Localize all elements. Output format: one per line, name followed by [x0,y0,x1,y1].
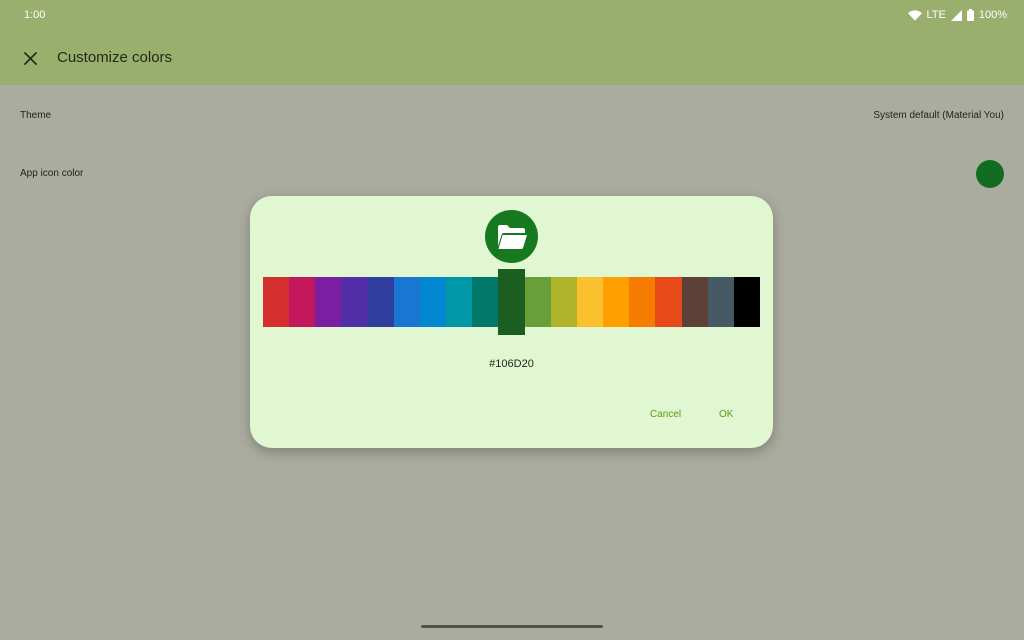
color-swatch[interactable] [524,277,551,327]
screen: 1:00 LTE 100% Customize colors Theme Sys… [0,0,1024,640]
signal-icon [950,9,962,21]
color-swatch[interactable] [576,277,604,327]
color-swatch-bar [263,269,760,335]
color-swatch[interactable] [629,277,656,327]
close-icon [23,51,37,65]
ok-button[interactable]: OK [719,409,733,420]
wifi-icon [907,9,922,21]
top-app-bar: 1:00 LTE 100% Customize colors [0,0,1024,85]
color-swatch[interactable] [472,277,499,327]
icon-color-preview [485,210,538,263]
color-swatch[interactable] [289,277,316,327]
color-swatch[interactable] [367,277,394,327]
color-swatch[interactable] [419,277,447,327]
app-icon-color-swatch[interactable] [976,160,1004,188]
cancel-button[interactable]: Cancel [650,409,681,420]
battery-icon [966,9,974,21]
color-swatch[interactable] [681,277,708,327]
battery-label: 100% [978,9,1007,21]
network-label: LTE [926,9,946,21]
color-swatch[interactable] [655,277,682,327]
color-swatch[interactable] [263,277,290,327]
hex-value-label: #106D20 [489,358,534,370]
color-swatch[interactable] [550,277,577,327]
color-swatch[interactable] [315,277,342,327]
theme-setting-row[interactable]: Theme System default (Material You) [0,91,1024,141]
theme-label: Theme [20,110,52,121]
theme-value: System default (Material You) [873,110,1004,121]
color-swatch[interactable] [341,277,368,327]
color-swatch[interactable] [707,277,734,327]
app-icon-color-label: App icon color [20,168,84,179]
color-swatch[interactable] [393,277,420,327]
close-button[interactable] [16,44,44,72]
color-swatch[interactable] [603,277,630,327]
folder-icon [497,224,527,249]
color-swatch[interactable] [733,277,760,327]
color-picker-dialog: #106D20 Cancel OK [250,196,773,448]
page-title: Customize colors [57,49,173,66]
app-icon-color-row[interactable]: App icon color [0,149,1024,199]
status-time: 1:00 [24,9,46,21]
color-swatch[interactable] [446,277,473,327]
navigation-handle[interactable] [421,625,603,628]
status-icons: LTE 100% [907,8,1007,22]
color-swatch[interactable] [498,269,525,335]
